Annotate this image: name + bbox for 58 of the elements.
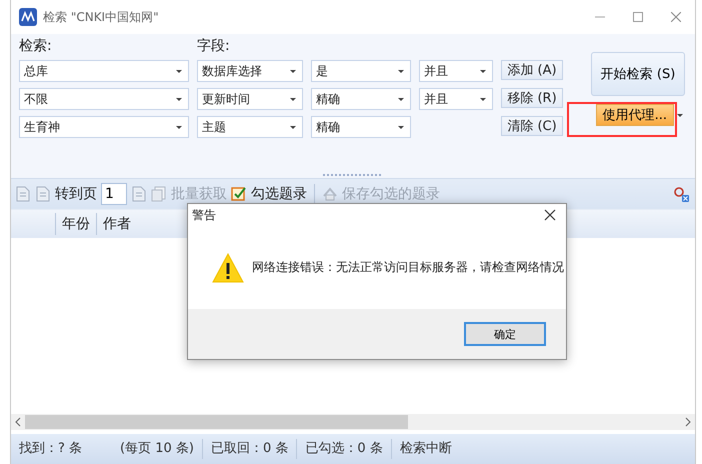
dropdown[interactable]: 数据库选择: [197, 60, 303, 82]
caret-icon: [398, 98, 404, 100]
caret-icon: [480, 98, 486, 100]
dropdown[interactable]: 并且: [419, 60, 493, 82]
document-icon[interactable]: [15, 186, 31, 202]
dialog-title: 警告: [192, 206, 216, 224]
label: 检索:: [19, 38, 53, 54]
status-text: 已取回：0 条: [203, 439, 298, 459]
document-icon[interactable]: [35, 186, 51, 202]
caret-icon: [176, 98, 182, 100]
window-title: 检索 "CNKI中国知网": [43, 8, 160, 26]
column-header[interactable]: 作者: [96, 213, 137, 235]
warning-icon: [212, 252, 244, 282]
action-button[interactable]: 添加 (A): [501, 60, 563, 80]
document-icon[interactable]: [131, 186, 147, 202]
dialog-message: 网络连接错误：无法正常访问目标服务器，请检查网络情况: [252, 259, 564, 276]
caret-icon: [398, 70, 404, 72]
proxy-button[interactable]: 使用代理...: [596, 104, 674, 126]
maximize-icon[interactable]: [633, 12, 643, 22]
ok-button[interactable]: 确定: [464, 322, 546, 346]
save-icon[interactable]: [322, 186, 338, 202]
action-button[interactable]: 清除 (C): [501, 116, 563, 136]
caret-icon: [290, 98, 296, 100]
action-button[interactable]: 移除 (R): [501, 88, 563, 108]
dropdown[interactable]: 不限: [19, 88, 189, 110]
dropdown[interactable]: 精确: [311, 116, 411, 138]
dropdown[interactable]: 是: [311, 60, 411, 82]
caret-icon: [176, 70, 182, 72]
column-header[interactable]: 年份: [55, 213, 96, 235]
dropdown[interactable]: 总库: [19, 60, 189, 82]
caret-icon: [480, 70, 486, 72]
checkbox-icon[interactable]: [231, 186, 247, 202]
caret-icon: [398, 126, 404, 128]
status-text: (每页 10 条): [112, 439, 203, 459]
caret-icon: [290, 126, 296, 128]
dropdown[interactable]: 并且: [419, 88, 493, 110]
scroll-left-icon[interactable]: [14, 417, 22, 427]
app-logo-icon: [19, 8, 37, 26]
label: 字段:: [197, 38, 231, 54]
close-icon[interactable]: [544, 209, 556, 221]
status-text: 检索中断: [398, 440, 453, 458]
caret-icon: [176, 126, 182, 128]
status-text: 已勾选：0 条: [297, 439, 392, 459]
caret-icon: [290, 70, 296, 72]
scrollbar-thumb[interactable]: [25, 415, 408, 429]
dropdown[interactable]: 更新时间: [197, 88, 303, 110]
dropdown[interactable]: 主题: [197, 116, 303, 138]
toolbar-button[interactable]: 勾选题录: [251, 185, 307, 203]
status-text: 找到：? 条: [18, 440, 84, 458]
search-settings-icon[interactable]: [673, 186, 689, 202]
dropdown[interactable]: 生育神: [19, 116, 189, 138]
dropdown[interactable]: 精确: [311, 88, 411, 110]
scroll-right-icon[interactable]: [684, 417, 692, 427]
search-button[interactable]: 开始检索 (S): [591, 52, 685, 96]
caret-icon: [677, 114, 683, 116]
pages-icon[interactable]: [151, 186, 167, 202]
page-field[interactable]: 1: [101, 183, 127, 205]
label: 转到页: [55, 185, 97, 203]
